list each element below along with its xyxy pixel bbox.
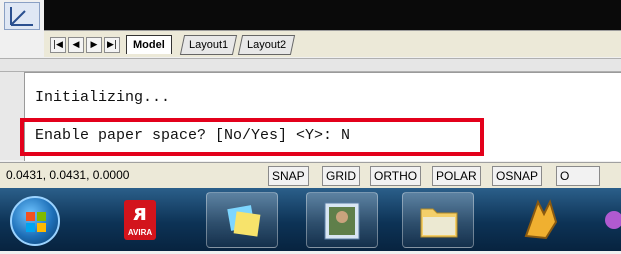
polar-button[interactable]: POLAR	[432, 166, 481, 186]
ortho-button[interactable]: ORTHO	[370, 166, 422, 186]
avira-icon: ᴙ AVIRA	[124, 200, 156, 240]
tab-model[interactable]: Model	[126, 35, 172, 54]
app-icon	[605, 211, 621, 229]
winamp-taskbar-item[interactable]	[510, 192, 570, 248]
prompt-highlight-box	[20, 118, 484, 156]
photo-viewer-taskbar-item[interactable]	[306, 192, 378, 248]
drawing-canvas[interactable]	[44, 0, 621, 30]
first-tab-button[interactable]: |◀	[50, 37, 66, 53]
tab-layout1-label: Layout1	[189, 39, 229, 51]
tab-layout2-label: Layout2	[247, 39, 287, 51]
status-bar: 0.0431, 0.0431, 0.0000 SNAP GRID ORTHO P…	[0, 162, 621, 189]
osnap-button[interactable]: OSNAP	[492, 166, 543, 186]
sticky-notes-icon	[227, 205, 261, 237]
avira-taskbar-item[interactable]: ᴙ AVIRA	[110, 192, 170, 248]
photo-viewer-icon	[324, 202, 360, 240]
winamp-icon	[524, 199, 558, 240]
command-history-line: Initializing...	[35, 89, 171, 106]
folder-icon	[420, 208, 458, 238]
last-tab-button[interactable]: ▶|	[104, 37, 120, 53]
app-taskbar-item[interactable]	[590, 192, 621, 248]
tab-layout2[interactable]: Layout2	[237, 35, 296, 55]
avira-label: AVIRA	[127, 228, 153, 237]
windows-start-button[interactable]	[10, 196, 60, 246]
next-tab-button[interactable]: ▶	[86, 37, 102, 53]
taskbar: ᴙ AVIRA	[0, 188, 621, 251]
coordinate-readout: 0.0431, 0.0431, 0.0000	[6, 168, 130, 182]
windows-logo-icon	[26, 212, 46, 232]
otrack-button[interactable]: O	[556, 166, 601, 186]
tab-layout1[interactable]: Layout1	[179, 35, 238, 55]
sticky-notes-taskbar-item[interactable]	[206, 192, 278, 248]
snap-button[interactable]: SNAP	[268, 166, 309, 186]
layout-tab-bar: |◀ ◀ ▶ ▶| Model Layout1 Layout2	[44, 30, 621, 57]
grid-button[interactable]: GRID	[322, 166, 360, 186]
drawing-area-header: |◀ ◀ ▶ ▶| Model Layout1 Layout2	[0, 0, 621, 58]
ucs-icon	[4, 2, 40, 30]
prev-tab-button[interactable]: ◀	[68, 37, 84, 53]
file-explorer-taskbar-item[interactable]	[402, 192, 474, 248]
window-splitter[interactable]	[0, 58, 621, 72]
